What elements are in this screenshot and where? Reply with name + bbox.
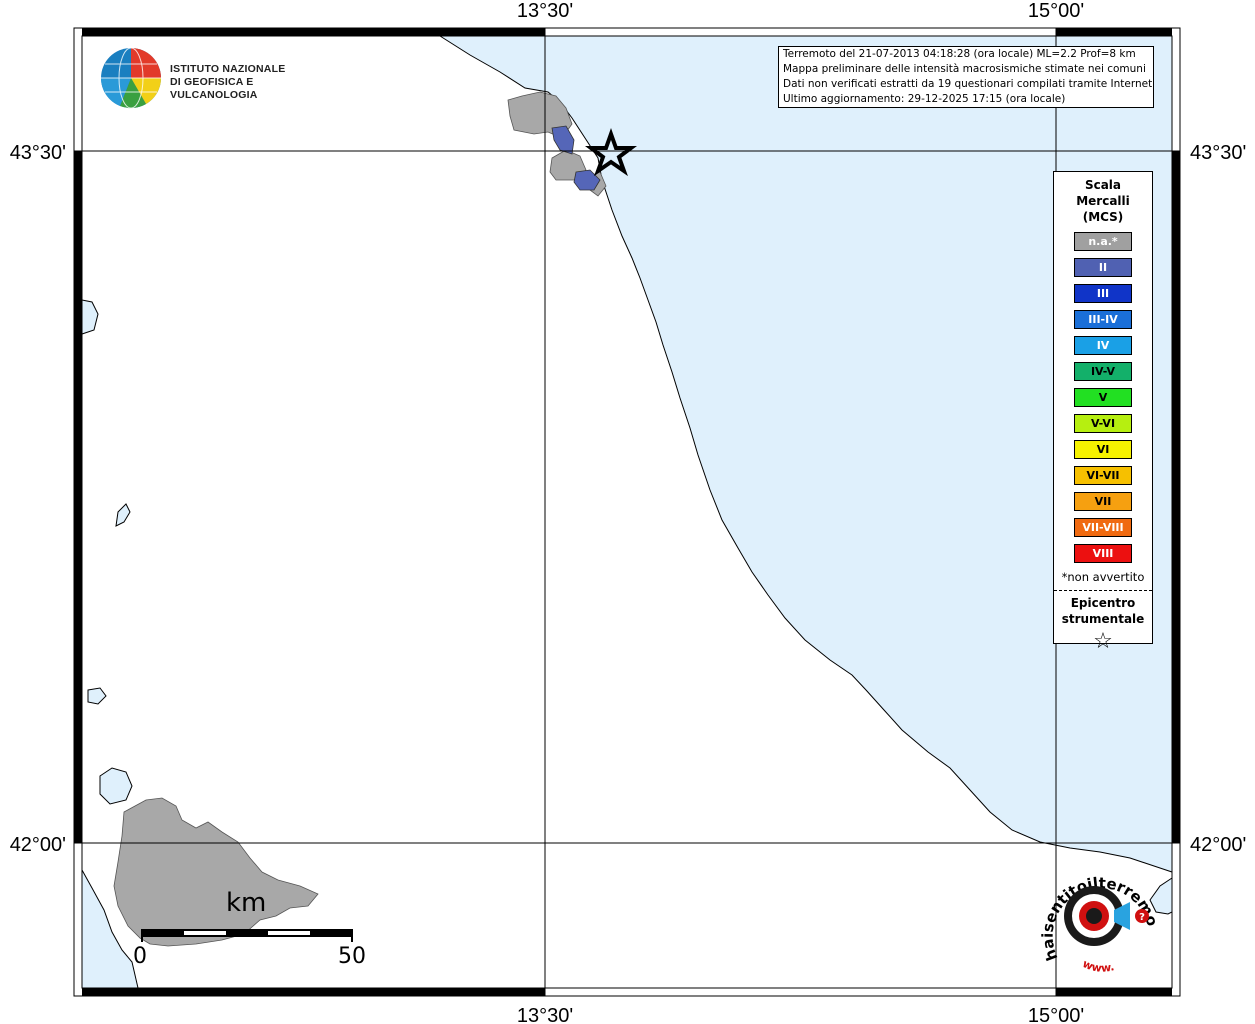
- scale-bar-unit: km: [226, 888, 267, 918]
- legend-title: Scala Mercalli (MCS): [1054, 177, 1152, 225]
- legend-epicenter-line1: Epicentro: [1070, 596, 1136, 610]
- legend-item: VIII: [1074, 544, 1132, 563]
- event-info-line: Ultimo aggiornamento: 29-12-2025 17:15 (…: [783, 93, 1066, 105]
- event-info-box: Terremoto del 21-07-2013 04:18:28 (ora l…: [778, 46, 1154, 108]
- legend-title-line3: (MCS): [1082, 210, 1124, 224]
- legend-item: II: [1074, 258, 1132, 277]
- question-mark: ?: [1139, 912, 1145, 923]
- legend-epicenter-line2: strumentale: [1061, 612, 1145, 626]
- legend-item: n.a.*: [1074, 232, 1132, 251]
- legend-item: VI-VII: [1074, 466, 1132, 485]
- axis-label-top-1500: 15°00': [1028, 0, 1084, 22]
- legend-item: III-IV: [1074, 310, 1132, 329]
- event-info-line: Dati non verificati estratti da 19 quest…: [783, 78, 1154, 90]
- legend-item: VII-VIII: [1074, 518, 1132, 537]
- logo-line2: DI GEOFISICA E VULCANOLOGIA: [170, 76, 258, 101]
- legend-item: III: [1074, 284, 1132, 303]
- legend-star-icon: ☆: [1093, 629, 1113, 654]
- globe-icon: [100, 47, 161, 109]
- legend-item: IV-V: [1074, 362, 1132, 381]
- watermark-url: www.: [1081, 957, 1116, 975]
- mcs-legend: Scala Mercalli (MCS) n.a.* II III III-IV IV I…: [1053, 171, 1153, 653]
- event-info-line: Mappa preliminare delle intensità macros…: [783, 63, 1146, 75]
- axis-label-left-4330: 43°30': [10, 142, 66, 164]
- axis-label-right-4330: 43°30': [1190, 142, 1246, 164]
- ingv-logo-text: ISTITUTO NAZIONALE DI GEOFISICA E VULCAN…: [170, 63, 340, 102]
- legend-item: V: [1074, 388, 1132, 407]
- legend-item: VII: [1074, 492, 1132, 511]
- legend-item: V-VI: [1074, 414, 1132, 433]
- logo-line1: ISTITUTO NAZIONALE: [170, 63, 286, 75]
- legend-epicenter-label: Epicentro strumentale: [1054, 595, 1152, 627]
- haisentito-logo: haisentitoilterremoto.it www. ?: [1030, 858, 1160, 975]
- watermark-arc-url: www.: [1081, 957, 1116, 975]
- axis-label-top-1330: 13°30': [517, 0, 573, 22]
- scale-bar-start: 0: [133, 944, 147, 969]
- scale-bar-end: 50: [338, 944, 366, 969]
- axis-label-bottom-1330: 13°30': [517, 1005, 573, 1024]
- legend-note: *non avvertito: [1061, 570, 1145, 584]
- legend-title-line2: Mercalli: [1076, 194, 1130, 208]
- legend-item: IV: [1074, 336, 1132, 355]
- axis-label-right-4200: 42°00': [1190, 834, 1246, 856]
- legend-item: VI: [1074, 440, 1132, 459]
- legend-items: n.a.* II III III-IV IV IV-V V V-VI VI VI-VII VII VI…: [1054, 232, 1152, 563]
- ingv-logo: ISTITUTO NAZIONALE DI GEOFISICA E VULCAN…: [100, 46, 340, 110]
- legend-title-line1: Scala: [1084, 178, 1122, 192]
- axis-label-left-4200: 42°00': [10, 834, 66, 856]
- legend-separator: [1054, 590, 1152, 591]
- event-info-line: Terremoto del 21-07-2013 04:18:28 (ora l…: [783, 48, 1136, 60]
- axis-label-bottom-1500: 15°00': [1028, 1005, 1084, 1024]
